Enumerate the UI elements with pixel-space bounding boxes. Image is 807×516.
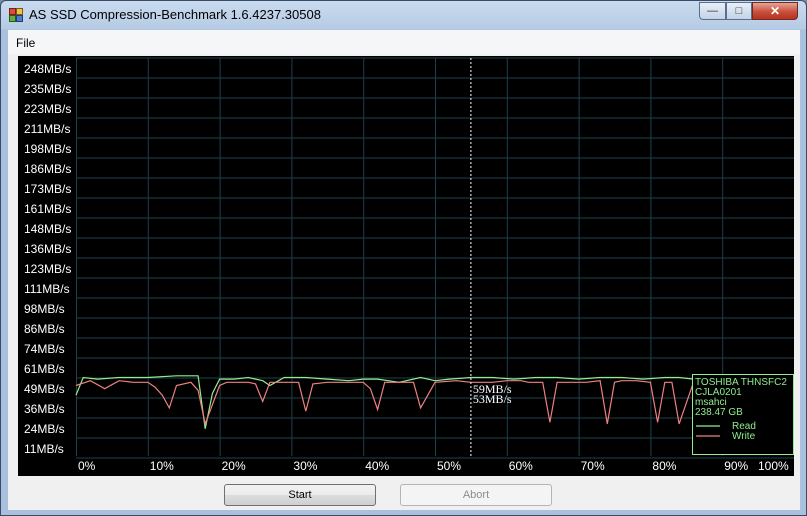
menu-file[interactable]: File	[16, 36, 35, 50]
window-title: AS SSD Compression-Benchmark 1.6.4237.30…	[29, 7, 321, 22]
benchmark-chart: 248MB/s 235MB/s 223MB/s 211MB/s 198MB/s 186MB…	[18, 56, 794, 476]
cursor-write-value: 53MB/s	[473, 392, 512, 406]
y-tick-label: 36MB/s	[24, 402, 65, 416]
menu-bar: File	[8, 30, 800, 54]
chart-svg: 248MB/s 235MB/s 223MB/s 211MB/s 198MB/s 186MB…	[24, 57, 794, 473]
maximize-button[interactable]: □	[726, 2, 752, 20]
x-tick-label: 90%	[724, 459, 748, 473]
y-tick-label: 248MB/s	[24, 62, 71, 76]
close-icon: ✕	[769, 4, 781, 18]
app-icon	[9, 8, 23, 22]
y-tick-label: 74MB/s	[24, 342, 65, 356]
close-button[interactable]: ✕	[752, 2, 798, 20]
y-tick-label: 136MB/s	[24, 242, 71, 256]
minimize-icon: —	[707, 5, 718, 17]
y-tick-label: 161MB/s	[24, 202, 71, 216]
y-tick-label: 86MB/s	[24, 322, 65, 336]
legend-write-label: Write	[732, 431, 756, 442]
maximize-icon: □	[735, 5, 743, 17]
x-tick-label: 0%	[78, 459, 96, 473]
x-tick-label: 10%	[150, 459, 174, 473]
y-tick-label: 123MB/s	[24, 262, 71, 276]
y-tick-label: 148MB/s	[24, 222, 71, 236]
x-tick-label: 30%	[293, 459, 317, 473]
y-tick-label: 98MB/s	[24, 302, 65, 316]
title-bar[interactable]: AS SSD Compression-Benchmark 1.6.4237.30…	[1, 1, 806, 29]
app-window: AS SSD Compression-Benchmark 1.6.4237.30…	[0, 0, 807, 516]
y-tick-label: 235MB/s	[24, 82, 71, 96]
legend-device-line: 238.47 GB	[695, 407, 743, 418]
y-tick-label: 61MB/s	[24, 362, 65, 376]
x-tick-label: 20%	[222, 459, 246, 473]
y-tick-label: 111MB/s	[24, 282, 70, 296]
abort-button[interactable]: Abort	[400, 484, 552, 506]
y-tick-label: 49MB/s	[24, 382, 65, 396]
x-tick-label: 70%	[581, 459, 605, 473]
y-tick-label: 211MB/s	[24, 122, 70, 136]
y-tick-label: 173MB/s	[24, 182, 71, 196]
y-tick-label: 24MB/s	[24, 422, 65, 436]
minimize-button[interactable]: —	[699, 2, 726, 20]
x-tick-label: 50%	[437, 459, 461, 473]
x-tick-label: 40%	[365, 459, 389, 473]
x-tick-label: 100%	[758, 459, 789, 473]
x-tick-label: 60%	[509, 459, 533, 473]
y-tick-label: 186MB/s	[24, 162, 71, 176]
y-tick-label: 11MB/s	[24, 442, 64, 456]
client-area: File 248MB/s 235MB/s 223MB/s 211MB/s 198MB/s…	[8, 30, 800, 510]
start-button[interactable]: Start	[224, 484, 376, 506]
y-tick-label: 223MB/s	[24, 102, 71, 116]
x-tick-label: 80%	[652, 459, 676, 473]
y-tick-label: 198MB/s	[24, 142, 71, 156]
